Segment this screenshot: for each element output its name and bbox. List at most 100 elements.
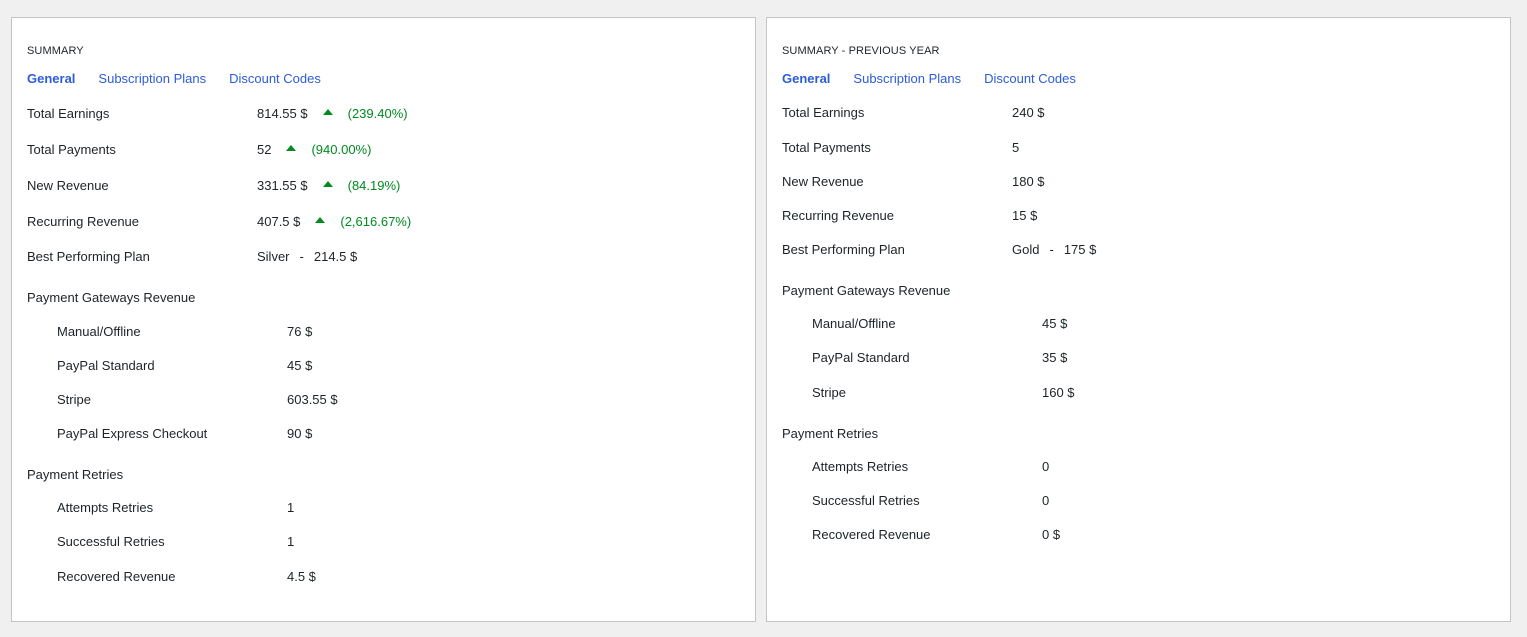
row-value: 814.55 $ — [257, 106, 308, 121]
trend-up-icon — [315, 217, 326, 223]
gateway-value: 45 $ — [1042, 316, 1068, 331]
change-percent: (2,616.67%) — [340, 214, 412, 229]
row-value: 407.5 $ — [257, 214, 301, 229]
row-value: 15 $ — [1012, 208, 1038, 223]
section-heading: Payment Retries — [782, 426, 879, 441]
gateway-row: Manual/Offline 45 $ — [812, 315, 1067, 333]
retries-label: Attempts Retries — [812, 459, 909, 474]
gateway-row: Stripe 160 $ — [812, 384, 1075, 402]
retries-label: Attempts Retries — [57, 500, 154, 515]
gateway-value: 90 $ — [287, 426, 313, 441]
row-label: Best Performing Plan — [782, 242, 905, 257]
gateway-value: 35 $ — [1042, 350, 1068, 365]
recurring-revenue-row: Recurring Revenue 15 $ — [782, 207, 1037, 225]
row-label: Total Earnings — [27, 106, 110, 121]
gateway-value: 76 $ — [287, 324, 313, 339]
row-label: Best Performing Plan — [27, 249, 150, 264]
retries-value: 1 — [287, 534, 295, 549]
gateway-row: PayPal Express Checkout 90 $ — [57, 425, 312, 443]
row-label: Recurring Revenue — [27, 214, 140, 229]
row-value: 5 — [1012, 140, 1020, 155]
gateway-value: 603.55 $ — [287, 392, 338, 407]
row-label: New Revenue — [27, 178, 109, 193]
row-value: 180 $ — [1012, 174, 1045, 189]
gateway-label: Stripe — [57, 392, 91, 407]
tab-general[interactable]: General — [27, 71, 75, 86]
payment-retries-heading: Payment Retries — [27, 466, 123, 484]
tab-general[interactable]: General — [782, 71, 830, 86]
section-heading: Payment Retries — [27, 467, 124, 482]
total-earnings-row: Total Earnings 814.55 $ (239.40%) — [27, 105, 408, 123]
gateway-value: 160 $ — [1042, 385, 1075, 400]
retries-label: Successful Retries — [57, 534, 165, 549]
gateway-label: PayPal Standard — [812, 350, 910, 365]
section-heading: Payment Gateways Revenue — [27, 290, 196, 305]
best-performing-plan-row: Best Performing Plan Gold - 175 $ — [782, 241, 1096, 259]
retries-label: Recovered Revenue — [57, 569, 176, 584]
change-percent: (239.40%) — [347, 106, 408, 121]
retries-row: Recovered Revenue 0 $ — [812, 526, 1060, 544]
summary-tabs: General Subscription Plans Discount Code… — [782, 71, 1099, 86]
section-heading: Payment Gateways Revenue — [782, 283, 951, 298]
plan-amount: 175 $ — [1063, 242, 1097, 257]
change-percent: (940.00%) — [311, 142, 372, 157]
total-payments-row: Total Payments 5 — [782, 139, 1019, 157]
gateway-row: PayPal Standard 45 $ — [57, 357, 312, 375]
row-label: Total Payments — [27, 142, 116, 157]
tab-discount-codes[interactable]: Discount Codes — [984, 71, 1076, 86]
payment-gateways-heading: Payment Gateways Revenue — [27, 289, 195, 307]
panel-title: SUMMARY - PREVIOUS YEAR — [782, 45, 940, 57]
retries-value: 1 — [287, 500, 295, 515]
recurring-revenue-row: Recurring Revenue 407.5 $ (2,616.67%) — [27, 213, 411, 231]
row-value: 52 — [257, 142, 272, 157]
tab-discount-codes[interactable]: Discount Codes — [229, 71, 321, 86]
separator: - — [1049, 242, 1054, 257]
gateway-row: PayPal Standard 35 $ — [812, 349, 1067, 367]
separator: - — [299, 249, 304, 264]
row-label: Total Payments — [782, 140, 871, 155]
summary-previous-year-panel: SUMMARY - PREVIOUS YEAR General Subscrip… — [766, 17, 1511, 622]
new-revenue-row: New Revenue 180 $ — [782, 173, 1045, 191]
plan-amount: 214.5 $ — [313, 249, 358, 264]
tab-subscription-plans[interactable]: Subscription Plans — [98, 71, 206, 86]
retries-value: 0 $ — [1042, 527, 1061, 542]
plan-name: Silver — [257, 249, 290, 264]
gateway-label: PayPal Standard — [57, 358, 155, 373]
best-performing-plan-row: Best Performing Plan Silver - 214.5 $ — [27, 248, 357, 266]
row-value: 331.55 $ — [257, 178, 308, 193]
summary-tabs: General Subscription Plans Discount Code… — [27, 71, 344, 86]
payment-gateways-heading: Payment Gateways Revenue — [782, 282, 950, 300]
gateway-row: Manual/Offline 76 $ — [57, 323, 312, 341]
row-label: Total Earnings — [782, 105, 865, 120]
plan-name: Gold — [1012, 242, 1040, 257]
retries-value: 4.5 $ — [287, 569, 316, 584]
total-earnings-row: Total Earnings 240 $ — [782, 104, 1045, 122]
row-label: New Revenue — [782, 174, 864, 189]
retries-value: 0 — [1042, 493, 1050, 508]
trend-up-icon — [322, 109, 333, 115]
gateway-value: 45 $ — [287, 358, 313, 373]
total-payments-row: Total Payments 52 (940.00%) — [27, 141, 371, 159]
retries-row: Attempts Retries 0 — [812, 458, 1049, 476]
gateway-label: Stripe — [812, 385, 846, 400]
summary-panel: SUMMARY General Subscription Plans Disco… — [11, 17, 756, 622]
tab-subscription-plans[interactable]: Subscription Plans — [853, 71, 961, 86]
retries-row: Attempts Retries 1 — [57, 499, 294, 517]
retries-label: Successful Retries — [812, 493, 920, 508]
retries-row: Recovered Revenue 4.5 $ — [57, 568, 316, 586]
retries-row: Successful Retries 0 — [812, 492, 1049, 510]
change-percent: (84.19%) — [347, 178, 401, 193]
gateway-row: Stripe 603.55 $ — [57, 391, 338, 409]
row-value: 240 $ — [1012, 105, 1045, 120]
retries-row: Successful Retries 1 — [57, 533, 294, 551]
gateway-label: PayPal Express Checkout — [57, 426, 208, 441]
trend-up-icon — [322, 181, 333, 187]
trend-up-icon — [286, 145, 297, 151]
new-revenue-row: New Revenue 331.55 $ (84.19%) — [27, 177, 400, 195]
gateway-label: Manual/Offline — [57, 324, 141, 339]
panel-title: SUMMARY — [27, 45, 84, 57]
row-label: Recurring Revenue — [782, 208, 895, 223]
gateway-label: Manual/Offline — [812, 316, 896, 331]
payment-retries-heading: Payment Retries — [782, 425, 878, 443]
retries-value: 0 — [1042, 459, 1050, 474]
